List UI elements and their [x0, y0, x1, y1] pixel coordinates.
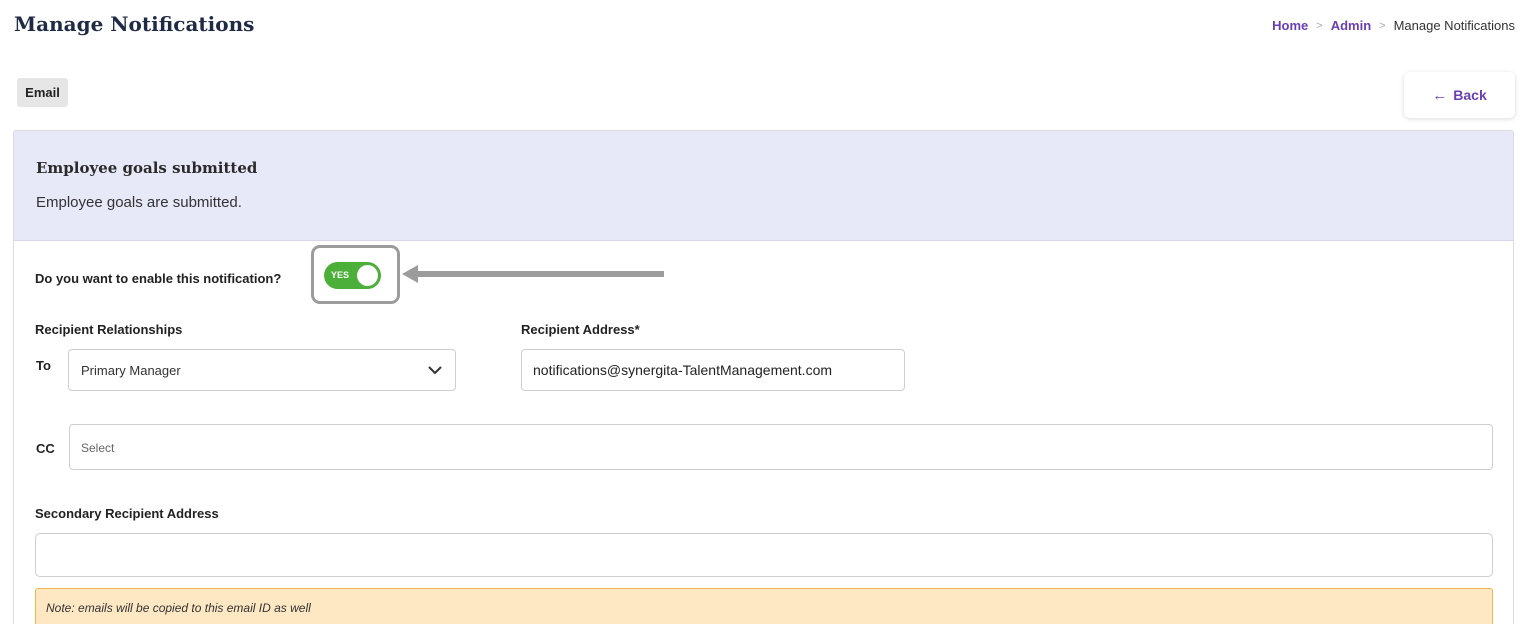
breadcrumb-admin-link[interactable]: Admin [1331, 18, 1371, 33]
back-button[interactable]: ← Back [1404, 72, 1515, 118]
to-relationship-value: Primary Manager [81, 363, 181, 378]
cc-label: CC [36, 441, 55, 456]
chevron-down-icon [428, 366, 442, 375]
breadcrumb: Home > Admin > Manage Notifications [1272, 18, 1515, 33]
notification-header: Employee goals submitted Employee goals … [14, 131, 1513, 241]
secondary-recipient-label: Secondary Recipient Address [35, 506, 219, 521]
cc-select[interactable]: Select [69, 424, 1493, 470]
notification-card: Employee goals submitted Employee goals … [13, 130, 1514, 624]
toggle-knob [357, 265, 378, 286]
callout-arrow-icon [402, 265, 664, 283]
note-text: Note: emails will be copied to this emai… [46, 601, 311, 615]
recipient-address-input[interactable] [521, 349, 905, 391]
cc-placeholder: Select [81, 441, 115, 455]
to-relationship-select[interactable]: Primary Manager [68, 349, 456, 391]
page-title: Manage Notifications [14, 12, 255, 36]
note-box: Note: emails will be copied to this emai… [35, 588, 1493, 624]
chevron-right-icon: > [1316, 19, 1323, 32]
to-label: To [36, 358, 51, 373]
chevron-right-icon: > [1379, 19, 1386, 32]
secondary-recipient-input[interactable] [35, 533, 1493, 577]
arrow-left-icon: ← [1432, 86, 1448, 104]
enable-notification-label: Do you want to enable this notification? [35, 271, 282, 286]
recipient-relationships-label: Recipient Relationships [35, 322, 183, 337]
recipient-address-label: Recipient Address* [521, 322, 640, 337]
notification-description: Employee goals are submitted. [36, 194, 242, 211]
breadcrumb-current: Manage Notifications [1393, 18, 1515, 33]
notification-title: Employee goals submitted [36, 159, 258, 177]
tab-email[interactable]: Email [17, 78, 68, 107]
enable-notification-toggle[interactable]: YES [324, 262, 381, 289]
back-button-label: Back [1453, 87, 1487, 103]
toggle-yes-text: YES [331, 270, 350, 280]
breadcrumb-home-link[interactable]: Home [1272, 18, 1308, 33]
